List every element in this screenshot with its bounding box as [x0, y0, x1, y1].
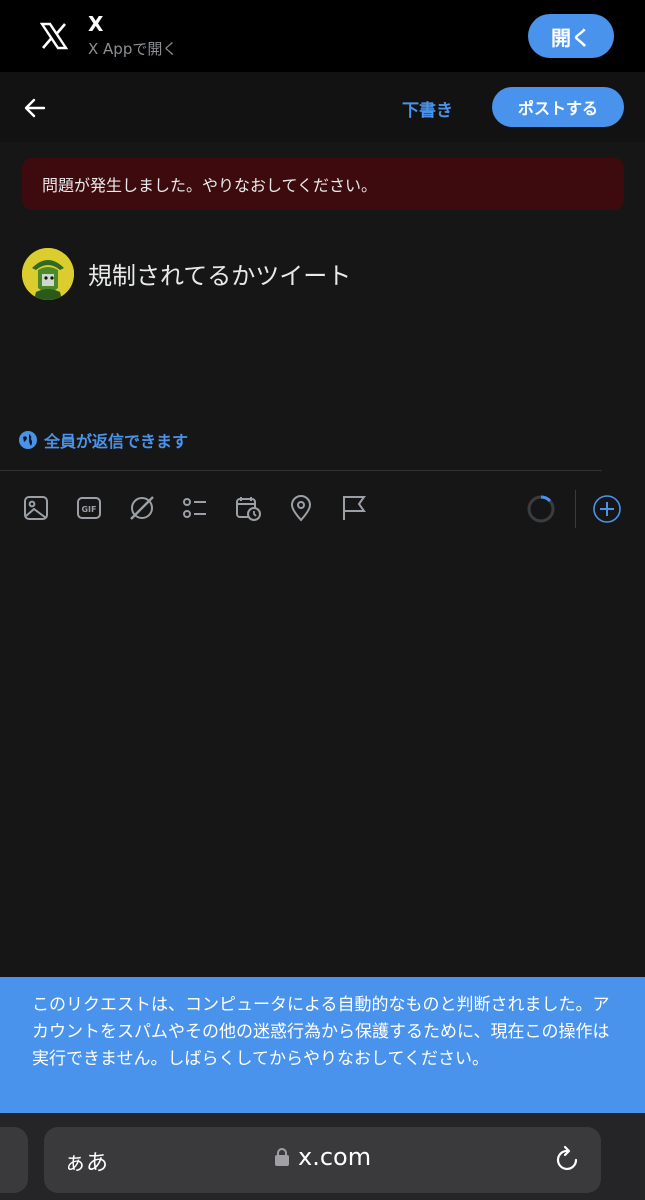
app-subtitle: X Appで開く	[88, 40, 178, 58]
open-app-button[interactable]: 開く	[528, 14, 614, 58]
character-count-ring	[527, 495, 555, 523]
error-message: 問題が発生しました。やりなおしてください。	[42, 176, 378, 195]
reply-setting-button[interactable]: 全員が返信できます	[18, 428, 188, 452]
rate-limit-toast: このリクエストは、コンピュータによる自動的なものと判断されました。アカウントをス…	[0, 977, 645, 1113]
grok-icon[interactable]	[128, 494, 156, 522]
address-bar[interactable]: ぁあ x.com	[44, 1127, 601, 1193]
post-button[interactable]: ポストする	[492, 87, 624, 127]
poll-icon[interactable]	[181, 494, 209, 522]
svg-text:GIF: GIF	[81, 505, 96, 514]
browser-bar: ぁあ x.com	[0, 1113, 645, 1200]
url-display[interactable]: x.com	[274, 1143, 371, 1171]
app-name: X	[88, 12, 104, 36]
tweet-text[interactable]: 規制されてるかツイート	[88, 256, 351, 291]
gif-icon[interactable]: GIF	[75, 494, 103, 522]
lock-icon	[275, 1148, 289, 1166]
x-logo-icon	[39, 22, 69, 50]
compose-header: 下書き ポストする	[0, 72, 645, 142]
previous-tab[interactable]	[0, 1127, 28, 1193]
reply-setting-label: 全員が返信できます	[44, 432, 189, 451]
flag-icon[interactable]	[340, 494, 368, 522]
back-arrow-icon[interactable]	[22, 95, 48, 121]
add-post-icon[interactable]	[592, 494, 622, 524]
image-icon[interactable]	[22, 494, 50, 522]
drafts-link[interactable]: 下書き	[402, 96, 453, 121]
url-text: x.com	[298, 1143, 372, 1171]
app-banner: X X Appで開く 開く	[0, 0, 645, 72]
schedule-icon[interactable]	[234, 494, 262, 522]
reader-settings-button[interactable]: ぁあ	[64, 1145, 108, 1177]
toolbar-divider	[575, 490, 576, 528]
globe-icon	[19, 431, 37, 449]
reload-icon[interactable]	[552, 1145, 582, 1175]
error-banner: 問題が発生しました。やりなおしてください。	[22, 158, 624, 210]
location-icon[interactable]	[287, 494, 315, 522]
avatar[interactable]	[22, 248, 74, 300]
avatar-image	[22, 248, 74, 300]
divider	[0, 470, 602, 471]
toast-message: このリクエストは、コンピュータによる自動的なものと判断されました。アカウントをス…	[32, 995, 610, 1069]
